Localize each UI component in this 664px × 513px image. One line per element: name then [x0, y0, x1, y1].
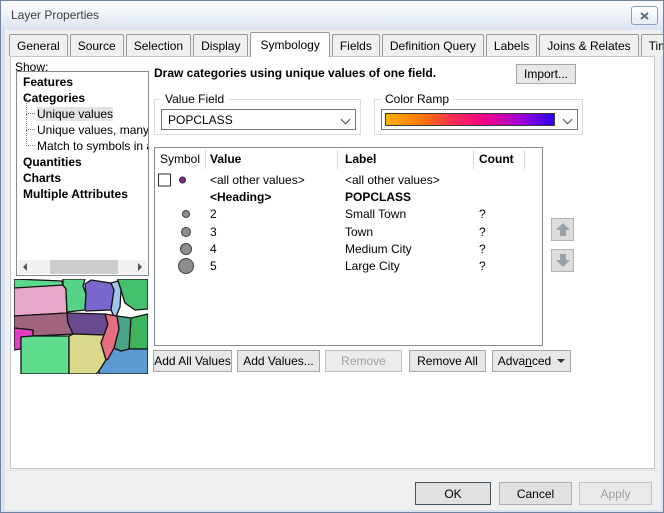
- table-row[interactable]: 3 Town ?: [155, 223, 542, 240]
- table-header: Symbol Value Label Count: [155, 148, 542, 171]
- tree-item-multiple-attributes[interactable]: Multiple Attributes: [17, 186, 148, 202]
- close-button[interactable]: [631, 6, 658, 25]
- chevron-down-icon: [341, 115, 351, 125]
- scrollbar-thumb[interactable]: [50, 260, 118, 274]
- table-row[interactable]: 5 Large City ?: [155, 257, 542, 274]
- move-down-button[interactable]: [551, 249, 574, 272]
- remove-button: Remove: [325, 350, 402, 372]
- import-button[interactable]: Import...: [516, 64, 576, 84]
- all-other-values-symbol[interactable]: [179, 176, 186, 183]
- tab-selection[interactable]: Selection: [126, 34, 191, 56]
- layer-properties-dialog: Layer Properties General Source Selectio…: [0, 0, 664, 513]
- color-ramp-group: Color Ramp: [374, 99, 583, 135]
- tab-general[interactable]: General: [9, 34, 68, 56]
- table-row[interactable]: 2 Small Town ?: [155, 206, 542, 223]
- color-ramp-group-label: Color Ramp: [381, 92, 453, 106]
- scroll-left-icon[interactable]: [18, 260, 32, 274]
- map-preview-thumbnail: [14, 279, 148, 374]
- table-row[interactable]: <all other values> <all other values>: [155, 171, 542, 188]
- column-header-value: Value: [210, 152, 241, 166]
- triangle-down-icon: [557, 359, 565, 363]
- add-values-button[interactable]: Add Values...: [237, 350, 320, 372]
- fat-arrow-down-icon: [556, 254, 570, 267]
- tree-item-categories[interactable]: Categories: [17, 90, 148, 106]
- graduated-symbol[interactable]: [178, 258, 194, 274]
- value-field-combobox[interactable]: POPCLASS: [161, 109, 356, 130]
- column-header-symbol: Symbol: [160, 152, 200, 166]
- tree-item-features[interactable]: Features: [17, 74, 148, 90]
- window-title: Layer Properties: [11, 8, 99, 22]
- dialog-footer: OK Cancel Apply: [5, 470, 661, 510]
- fat-arrow-up-icon: [556, 223, 570, 236]
- tab-symbology[interactable]: Symbology: [250, 32, 329, 57]
- remove-all-button[interactable]: Remove All: [409, 350, 486, 372]
- advanced-button[interactable]: Advanced: [492, 350, 571, 372]
- tab-strip: General Source Selection Display Symbolo…: [9, 34, 664, 57]
- all-other-values-checkbox[interactable]: [158, 173, 171, 186]
- tab-display[interactable]: Display: [193, 34, 248, 56]
- tree-item-charts[interactable]: Charts: [17, 170, 148, 186]
- tab-time[interactable]: Time: [641, 34, 664, 56]
- tab-fields[interactable]: Fields: [332, 34, 380, 56]
- tree-horizontal-scrollbar[interactable]: [18, 260, 147, 274]
- table-row[interactable]: 4 Medium City ?: [155, 240, 542, 257]
- value-field-group: Value Field POPCLASS: [154, 99, 361, 135]
- table-row[interactable]: <Heading> POPCLASS: [155, 188, 542, 205]
- tab-labels[interactable]: Labels: [486, 34, 537, 56]
- close-icon: [640, 12, 649, 20]
- title-bar: Layer Properties: [1, 1, 663, 30]
- graduated-symbol[interactable]: [180, 243, 192, 255]
- color-ramp-gradient: [385, 113, 555, 126]
- move-up-button[interactable]: [551, 218, 574, 241]
- tree-item-match-to-symbols[interactable]: Match to symbols in a: [17, 138, 148, 154]
- tree-item-unique-values[interactable]: Unique values: [17, 106, 148, 122]
- tab-joins-relates[interactable]: Joins & Relates: [539, 34, 638, 56]
- scroll-right-icon[interactable]: [133, 260, 147, 274]
- unique-values-table: Symbol Value Label Count <all other valu…: [154, 147, 543, 346]
- chevron-down-icon: [563, 115, 573, 125]
- panel-heading: Draw categories using unique values of o…: [154, 66, 436, 80]
- add-all-values-button[interactable]: Add All Values: [153, 350, 232, 372]
- apply-button: Apply: [579, 482, 652, 505]
- show-tree: Features Categories Unique values Unique…: [16, 71, 149, 276]
- symbology-tab-page: Show: Features Categories Unique values …: [10, 56, 655, 469]
- column-header-label: Label: [345, 152, 376, 166]
- value-field-group-label: Value Field: [161, 92, 228, 106]
- graduated-symbol[interactable]: [182, 210, 190, 218]
- tree-item-unique-values-many[interactable]: Unique values, many: [17, 122, 148, 138]
- graduated-symbol[interactable]: [181, 227, 191, 237]
- tab-definition-query[interactable]: Definition Query: [382, 34, 484, 56]
- value-field-selected-value: POPCLASS: [168, 113, 233, 127]
- tree-item-quantities[interactable]: Quantities: [17, 154, 148, 170]
- column-header-count: Count: [479, 152, 514, 166]
- color-ramp-combobox[interactable]: [381, 109, 578, 130]
- cancel-button[interactable]: Cancel: [499, 482, 572, 505]
- tab-source[interactable]: Source: [70, 34, 124, 56]
- ok-button[interactable]: OK: [415, 482, 491, 505]
